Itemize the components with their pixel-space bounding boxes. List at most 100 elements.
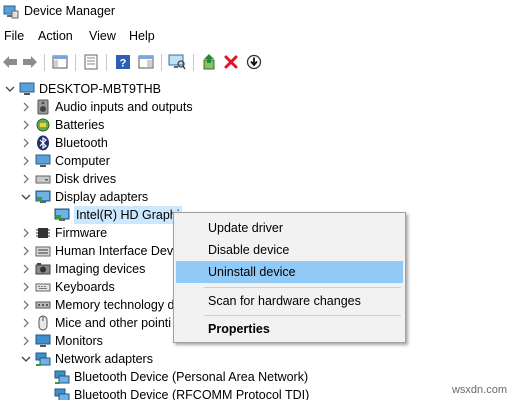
action-pane-icon[interactable] (136, 52, 156, 72)
scan-monitor-icon[interactable] (167, 52, 187, 72)
tree-item-label: Bluetooth Device (RFCOMM Protocol TDI) (74, 388, 310, 400)
toolbar-separator (106, 54, 107, 71)
uninstall-red-x-icon[interactable] (221, 52, 241, 72)
bluetooth-icon (35, 135, 51, 151)
expand-arrow-icon[interactable] (20, 260, 32, 278)
tree-category-item[interactable]: Firmware (20, 224, 107, 242)
expand-arrow-icon[interactable] (20, 332, 32, 350)
speaker-icon (35, 99, 51, 115)
menu-separator (204, 287, 401, 288)
tree-item-label: Display adapters (55, 190, 149, 204)
menu-scan-hardware-changes[interactable]: Scan for hardware changes (176, 290, 403, 312)
menu-disable-device[interactable]: Disable device (176, 239, 403, 261)
expand-arrow-icon[interactable] (20, 242, 32, 260)
title-bar: Device Manager (0, 0, 513, 24)
tree-item-label: Batteries (55, 118, 105, 132)
update-driver-icon[interactable] (199, 52, 219, 72)
tree-item-label: Memory technology d (55, 298, 175, 312)
tree-item-label: Monitors (55, 334, 103, 348)
tree-category-item[interactable]: Computer (20, 152, 110, 170)
expand-arrow-icon[interactable] (20, 296, 32, 314)
tree-category-item[interactable]: Imaging devices (20, 260, 145, 278)
show-hide-console-tree-icon[interactable] (50, 52, 70, 72)
toolbar-separator (161, 54, 162, 71)
menu-properties[interactable]: Properties (176, 318, 403, 340)
tree-category-item[interactable]: Bluetooth (20, 134, 108, 152)
device-manager-icon (3, 5, 19, 22)
root-computer-name: DESKTOP-MBT9THB (39, 82, 162, 96)
collapse-arrow-icon[interactable] (20, 350, 32, 368)
toolbar: ? (0, 49, 513, 75)
tree-category-item[interactable]: Batteries (20, 116, 104, 134)
computer-icon (19, 81, 35, 97)
battery-icon (35, 117, 51, 133)
tree-item-label: Bluetooth Device (Personal Area Network) (74, 370, 309, 384)
tree-device-item[interactable]: Intel(R) HD Graphi (42, 206, 182, 224)
tree-category-item[interactable]: Keyboards (20, 278, 115, 296)
tree-root[interactable]: DESKTOP-MBT9THB (4, 80, 161, 98)
network-adapter-icon (54, 369, 70, 385)
expand-arrow-icon[interactable] (20, 314, 32, 332)
tree-item-label: Mice and other pointi (55, 316, 172, 330)
tree-category-item[interactable]: Human Interface Devi (20, 242, 176, 260)
tree-item-label: Computer (55, 154, 110, 168)
collapse-arrow-icon[interactable] (4, 80, 16, 98)
properties-icon[interactable] (81, 52, 101, 72)
expand-arrow-icon[interactable] (20, 278, 32, 296)
expand-arrow-icon[interactable] (20, 134, 32, 152)
camera-icon (35, 261, 51, 277)
collapse-arrow-icon[interactable] (20, 188, 32, 206)
tree-category-item[interactable]: Audio inputs and outputs (20, 98, 193, 116)
expand-arrow-icon[interactable] (20, 152, 32, 170)
network-adapter-icon (35, 351, 51, 367)
menu-update-driver[interactable]: Update driver (176, 217, 403, 239)
help-icon[interactable]: ? (113, 52, 133, 72)
display-adapter-icon (54, 207, 70, 223)
firmware-chip-icon (35, 225, 51, 241)
tree-device-item[interactable]: Bluetooth Device (Personal Area Network) (42, 368, 308, 386)
menu-action[interactable]: Action (38, 29, 73, 43)
tree-item-label: Network adapters (55, 352, 153, 366)
window-title: Device Manager (24, 4, 116, 18)
display-adapter-icon (35, 189, 51, 205)
tree-item-label: Firmware (55, 226, 108, 240)
tree-device-item[interactable]: Bluetooth Device (RFCOMM Protocol TDI) (42, 386, 309, 400)
toolbar-separator (75, 54, 76, 71)
network-adapter-icon (54, 387, 70, 400)
menu-view[interactable]: View (89, 29, 116, 43)
memory-icon (35, 297, 51, 313)
menu-bar: File Action View Help (0, 27, 513, 47)
keyboard-icon (35, 279, 51, 295)
menu-separator (204, 315, 401, 316)
tree-item-label: Bluetooth (55, 136, 108, 150)
mouse-icon (35, 315, 51, 331)
tree-category-item[interactable]: Display adapters (20, 188, 148, 206)
tree-category-item[interactable]: Memory technology d (20, 296, 175, 314)
back-arrow-icon[interactable] (0, 52, 20, 72)
context-menu: Update driver Disable device Uninstall d… (173, 212, 406, 343)
download-arrow-icon[interactable] (244, 52, 264, 72)
tree-item-label: Keyboards (55, 280, 115, 294)
tree-item-label: Disk drives (55, 172, 117, 186)
expand-arrow-icon[interactable] (20, 170, 32, 188)
monitor-icon (35, 333, 51, 349)
tree-item-label: Audio inputs and outputs (55, 100, 193, 114)
forward-arrow-icon[interactable] (20, 52, 40, 72)
expand-arrow-icon[interactable] (20, 116, 32, 134)
menu-help[interactable]: Help (129, 29, 155, 43)
tree-category-item[interactable]: Network adapters (20, 350, 153, 368)
toolbar-separator (193, 54, 194, 71)
tree-category-item[interactable]: Disk drives (20, 170, 116, 188)
disk-drive-icon (35, 171, 51, 187)
menu-file[interactable]: File (4, 29, 24, 43)
tree-item-label: Human Interface Devi (55, 244, 176, 258)
expand-arrow-icon[interactable] (20, 98, 32, 116)
tree-category-item[interactable]: Mice and other pointi (20, 314, 171, 332)
tree-item-label: Intel(R) HD Graphi (74, 206, 182, 224)
tree-category-item[interactable]: Monitors (20, 332, 103, 350)
menu-uninstall-device[interactable]: Uninstall device (176, 261, 403, 283)
expand-arrow-icon[interactable] (20, 224, 32, 242)
hid-icon (35, 243, 51, 259)
computer-icon (35, 153, 51, 169)
toolbar-separator (44, 54, 45, 71)
